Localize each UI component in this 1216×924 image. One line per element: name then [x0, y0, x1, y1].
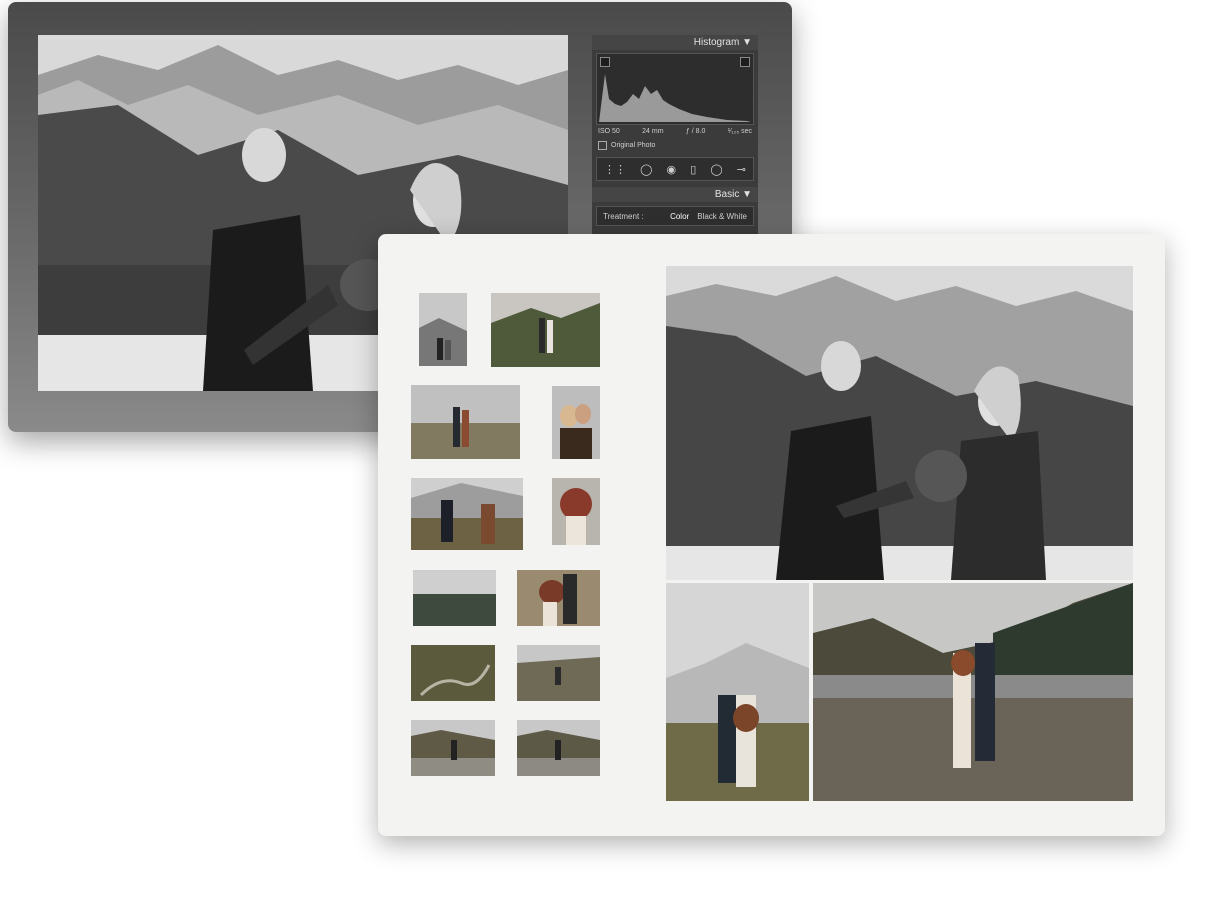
- treatment-row: Treatment : Color Black & White: [596, 206, 754, 226]
- tool-strip: ⋮⋮ ◯ ◉ ▯ ◯ ⊸: [596, 157, 754, 181]
- thumbnail[interactable]: [491, 293, 600, 367]
- original-photo-checkbox[interactable]: Original Photo: [598, 141, 752, 150]
- thumbnail[interactable]: [411, 720, 495, 776]
- red-eye-icon[interactable]: ◉: [667, 163, 677, 176]
- treatment-color-button[interactable]: Color: [670, 212, 689, 221]
- exif-iso: ISO 50: [598, 128, 620, 135]
- thumbnail[interactable]: [552, 478, 600, 545]
- original-photo-label: Original Photo: [611, 142, 656, 149]
- crop-overlay-icon[interactable]: ⋮⋮: [604, 163, 626, 176]
- histogram: [596, 53, 754, 125]
- thumbnail[interactable]: [552, 386, 600, 459]
- exif-shutter: ¹⁄₁₂₅ sec: [727, 128, 752, 135]
- thumbnail[interactable]: [411, 478, 523, 550]
- spread-photo-bottom-right[interactable]: [813, 583, 1133, 801]
- spread-photo-bottom-left[interactable]: [666, 583, 809, 801]
- thumbnail[interactable]: [517, 570, 600, 626]
- thumbnail[interactable]: [517, 720, 600, 776]
- histogram-header[interactable]: Histogram ▼: [592, 35, 758, 50]
- radial-filter-icon[interactable]: ◯: [710, 163, 722, 176]
- thumbnail[interactable]: [517, 645, 600, 701]
- develop-panel: Histogram ▼ ISO 50 24 mm ƒ / 8.0 ¹⁄₁₂₅ s…: [592, 35, 758, 255]
- thumbnail[interactable]: [413, 570, 496, 626]
- histogram-clip-highlight-icon[interactable]: [740, 57, 750, 67]
- histogram-clip-shadow-icon[interactable]: [600, 57, 610, 67]
- exif-readout: ISO 50 24 mm ƒ / 8.0 ¹⁄₁₂₅ sec: [592, 128, 758, 135]
- thumbnail[interactable]: [411, 385, 520, 459]
- thumbnail[interactable]: [411, 645, 495, 701]
- treatment-label: Treatment :: [603, 211, 644, 221]
- treatment-bw-button[interactable]: Black & White: [697, 212, 747, 221]
- adjustment-brush-icon[interactable]: ⊸: [737, 163, 746, 176]
- thumbnail[interactable]: [419, 293, 467, 366]
- exif-focal: 24 mm: [642, 128, 664, 135]
- graduated-filter-icon[interactable]: ▯: [690, 163, 696, 176]
- exif-aperture: ƒ / 8.0: [685, 128, 706, 135]
- checkbox-icon[interactable]: [598, 141, 607, 150]
- photo-book-spread: [378, 234, 1165, 836]
- spot-removal-icon[interactable]: ◯: [640, 163, 652, 176]
- basic-header[interactable]: Basic ▼: [592, 187, 758, 202]
- spread-main-photo[interactable]: [666, 266, 1133, 580]
